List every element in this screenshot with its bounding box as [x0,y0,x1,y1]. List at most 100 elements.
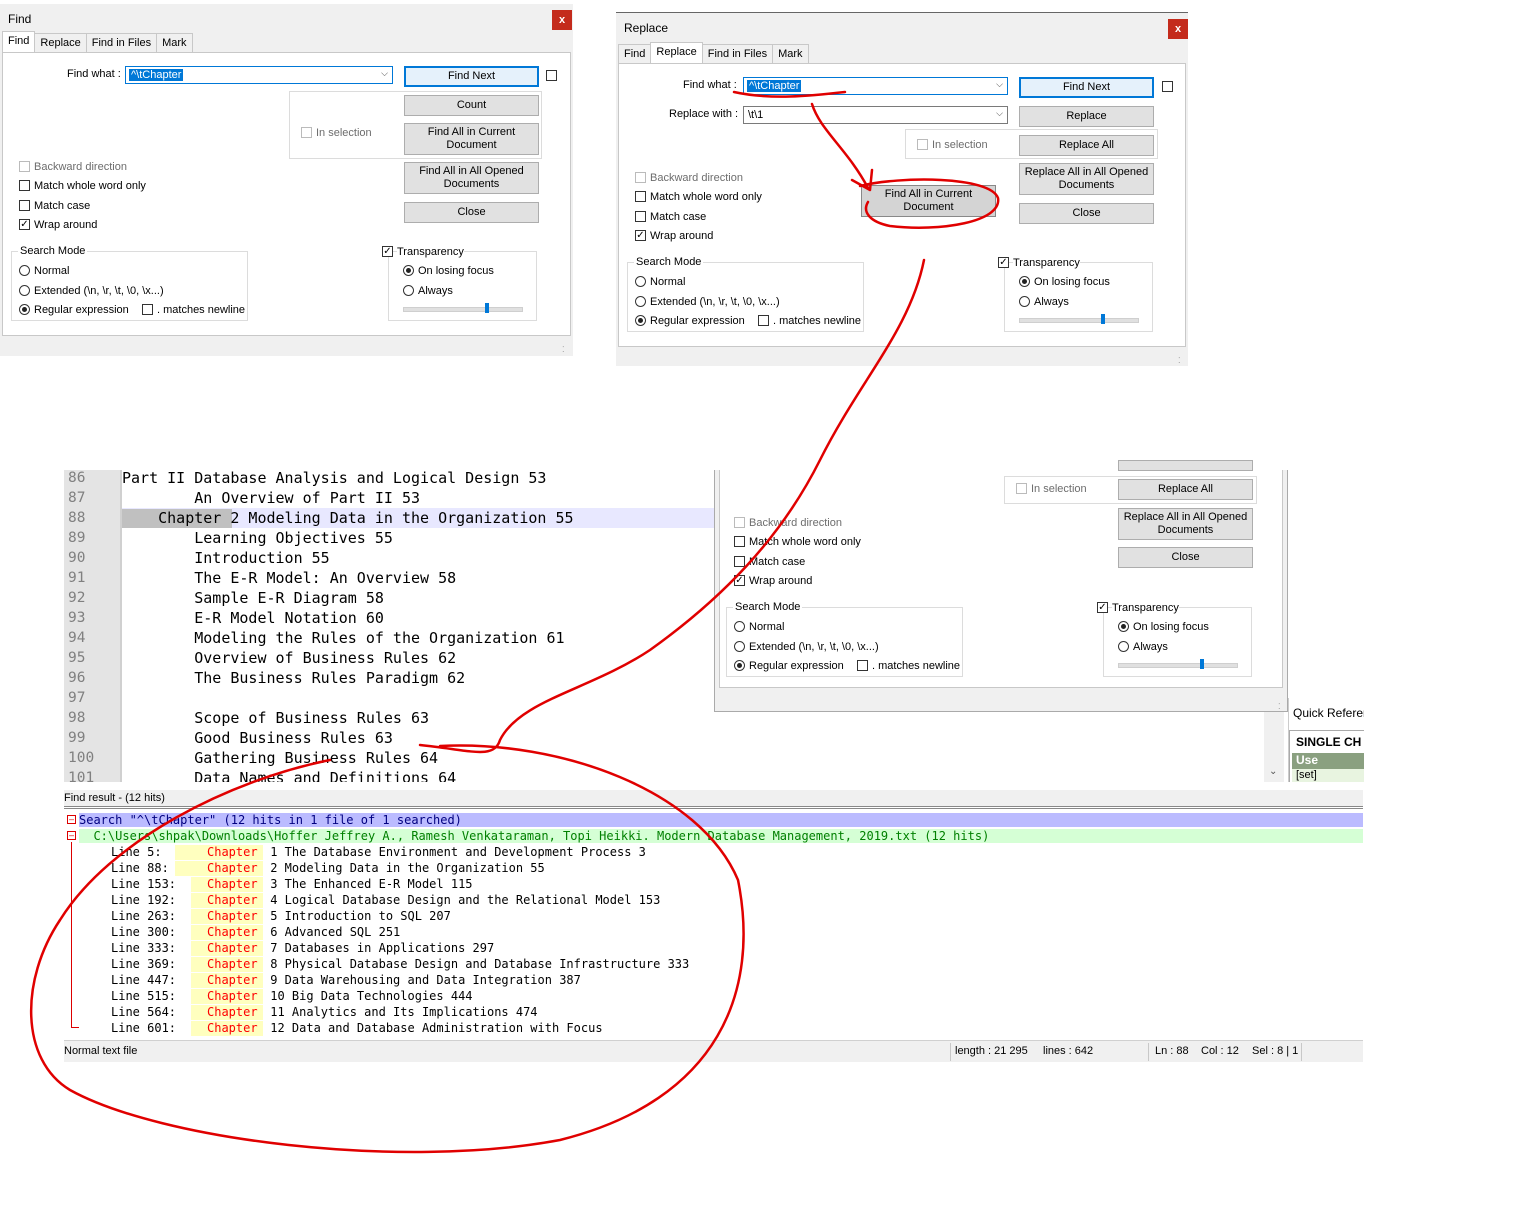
hit-row[interactable]: Line 192: Chapter 4 Logical Database Des… [79,893,1363,908]
close-button[interactable]: Close [1019,203,1154,224]
replace-all-button[interactable]: Replace All [1019,135,1154,156]
in-selection-checkbox[interactable] [1016,483,1027,494]
hit-row[interactable]: Line 300: Chapter 6 Advanced SQL 251 [79,925,1363,940]
find-next-button[interactable]: Find Next [404,66,539,87]
transparency-slider-thumb[interactable] [1200,659,1204,669]
find-next-option-checkbox[interactable] [1162,81,1173,92]
close-button[interactable]: Close [1118,547,1253,568]
editor-line[interactable]: The Business Rules Paradigm 62 [122,669,465,687]
whole-word-checkbox[interactable] [19,180,30,191]
count-button[interactable]: Count [404,95,539,116]
tab-find[interactable]: Find [2,31,36,52]
wrap-around-checkbox[interactable]: ✓ [734,575,745,586]
editor-line[interactable]: Sample E-R Diagram 58 [122,589,384,607]
editor-line[interactable]: An Overview of Part II 53 [122,489,420,507]
find-all-current-button[interactable]: Find All in Current Document [861,185,996,217]
normal-radio[interactable] [635,276,646,287]
replace-all-opened-button[interactable]: Replace All in All Opened Documents [1118,508,1253,540]
on-losing-focus-radio[interactable] [403,265,414,276]
editor-line[interactable]: Chapter 2 Modeling Data in the Organizat… [122,509,573,527]
match-case-checkbox[interactable] [635,211,646,222]
transparency-checkbox[interactable]: ✓ [382,246,393,257]
replace-button[interactable]: Replace [1019,106,1154,127]
tab-replace[interactable]: Replace [34,33,87,54]
replace-all-button[interactable]: Replace All [1118,479,1253,500]
hit-row[interactable]: Line 515: Chapter 10 Big Data Technologi… [79,989,1363,1004]
transparency-slider[interactable] [1019,318,1139,323]
editor-line[interactable]: Modeling the Rules of the Organization 6… [122,629,564,647]
replace-with-input[interactable]: \t\1 ⌵ [743,106,1008,124]
search-summary-line[interactable]: Search "^\tChapter" (12 hits in 1 file o… [79,813,1363,827]
extended-radio[interactable] [19,285,30,296]
transparency-slider[interactable] [403,307,523,312]
resize-grip-icon[interactable]: ⁚ [1278,702,1286,711]
backward-direction-checkbox[interactable] [19,161,30,172]
editor-line[interactable]: Gathering Business Rules 64 [122,749,438,767]
close-icon[interactable]: x [1168,19,1188,39]
extended-radio[interactable] [734,641,745,652]
matches-newline-checkbox[interactable] [758,315,769,326]
wrap-around-checkbox[interactable]: ✓ [19,219,30,230]
whole-word-checkbox[interactable] [734,536,745,547]
search-file-line[interactable]: C:\Users\shpak\Downloads\Hoffer Jeffrey … [79,829,1363,843]
editor-line[interactable]: Part II Database Analysis and Logical De… [122,470,546,487]
regex-radio[interactable] [734,660,745,671]
in-selection-checkbox[interactable] [917,139,928,150]
hit-row[interactable]: Line 88: Chapter 2 Modeling Data in the … [79,861,1363,876]
chevron-down-icon[interactable]: ⌄ [1269,766,1277,777]
always-radio[interactable] [1019,296,1030,307]
find-next-option-checkbox[interactable] [546,70,557,81]
match-case-checkbox[interactable] [734,556,745,567]
tab-mark[interactable]: Mark [156,33,193,54]
hit-row[interactable]: Line 263: Chapter 5 Introduction to SQL … [79,909,1363,924]
transparency-checkbox[interactable]: ✓ [998,257,1009,268]
find-all-opened-button[interactable]: Find All in All Opened Documents [404,162,539,194]
match-case-checkbox[interactable] [19,200,30,211]
editor-line[interactable]: The E-R Model: An Overview 58 [122,569,456,587]
editor-line[interactable]: Scope of Business Rules 63 [122,709,429,727]
find-all-current-button[interactable]: Find All in Current Document [404,123,539,155]
find-what-input[interactable]: ^\tChapter ⌵ [125,66,393,84]
editor-line[interactable]: Good Business Rules 63 [122,729,393,747]
hit-row[interactable]: Line 564: Chapter 11 Analytics and Its I… [79,1005,1363,1020]
in-selection-checkbox[interactable] [301,127,312,138]
hit-row[interactable]: Line 447: Chapter 9 Data Warehousing and… [79,973,1363,988]
find-what-input[interactable]: ^\tChapter ⌵ [743,77,1008,95]
tab-mark[interactable]: Mark [772,44,809,65]
hit-row[interactable]: Line 333: Chapter 7 Databases in Applica… [79,941,1363,956]
editor-line[interactable]: Learning Objectives 55 [122,529,393,547]
close-icon[interactable]: x [552,10,572,30]
hit-row[interactable]: Line 369: Chapter 8 Physical Database De… [79,957,1363,972]
chevron-down-icon[interactable]: ⌵ [996,79,1003,90]
backward-direction-checkbox[interactable] [734,517,745,528]
normal-radio[interactable] [19,265,30,276]
hit-row[interactable]: Line 5: Chapter 1 The Database Environme… [79,845,1363,860]
find-next-button[interactable]: Find Next [1019,77,1154,98]
matches-newline-checkbox[interactable] [857,660,868,671]
always-radio[interactable] [1118,641,1129,652]
regex-radio[interactable] [635,315,646,326]
on-losing-focus-radio[interactable] [1118,621,1129,632]
replace-button-partial[interactable] [1118,460,1253,471]
close-button[interactable]: Close [404,202,539,223]
tab-find-in-files[interactable]: Find in Files [85,33,158,54]
matches-newline-checkbox[interactable] [142,304,153,315]
hit-row[interactable]: Line 601: Chapter 12 Data and Database A… [79,1021,1363,1036]
tab-find-in-files[interactable]: Find in Files [701,44,774,65]
tab-replace[interactable]: Replace [650,42,703,63]
wrap-around-checkbox[interactable]: ✓ [635,230,646,241]
transparency-checkbox[interactable]: ✓ [1097,602,1108,613]
chevron-down-icon[interactable]: ⌵ [381,68,388,79]
extended-radio[interactable] [635,296,646,307]
tab-find[interactable]: Find [618,44,652,65]
transparency-slider-thumb[interactable] [1101,314,1105,324]
transparency-slider[interactable] [1118,663,1238,668]
chevron-down-icon[interactable]: ⌵ [996,108,1003,119]
normal-radio[interactable] [734,621,745,632]
backward-direction-checkbox[interactable] [635,172,646,183]
editor-line[interactable]: E-R Model Notation 60 [122,609,384,627]
resize-grip-icon[interactable]: ⁚ [1178,356,1186,365]
whole-word-checkbox[interactable] [635,191,646,202]
collapse-file-icon[interactable]: – [67,831,76,840]
replace-all-opened-button[interactable]: Replace All in All Opened Documents [1019,163,1154,195]
